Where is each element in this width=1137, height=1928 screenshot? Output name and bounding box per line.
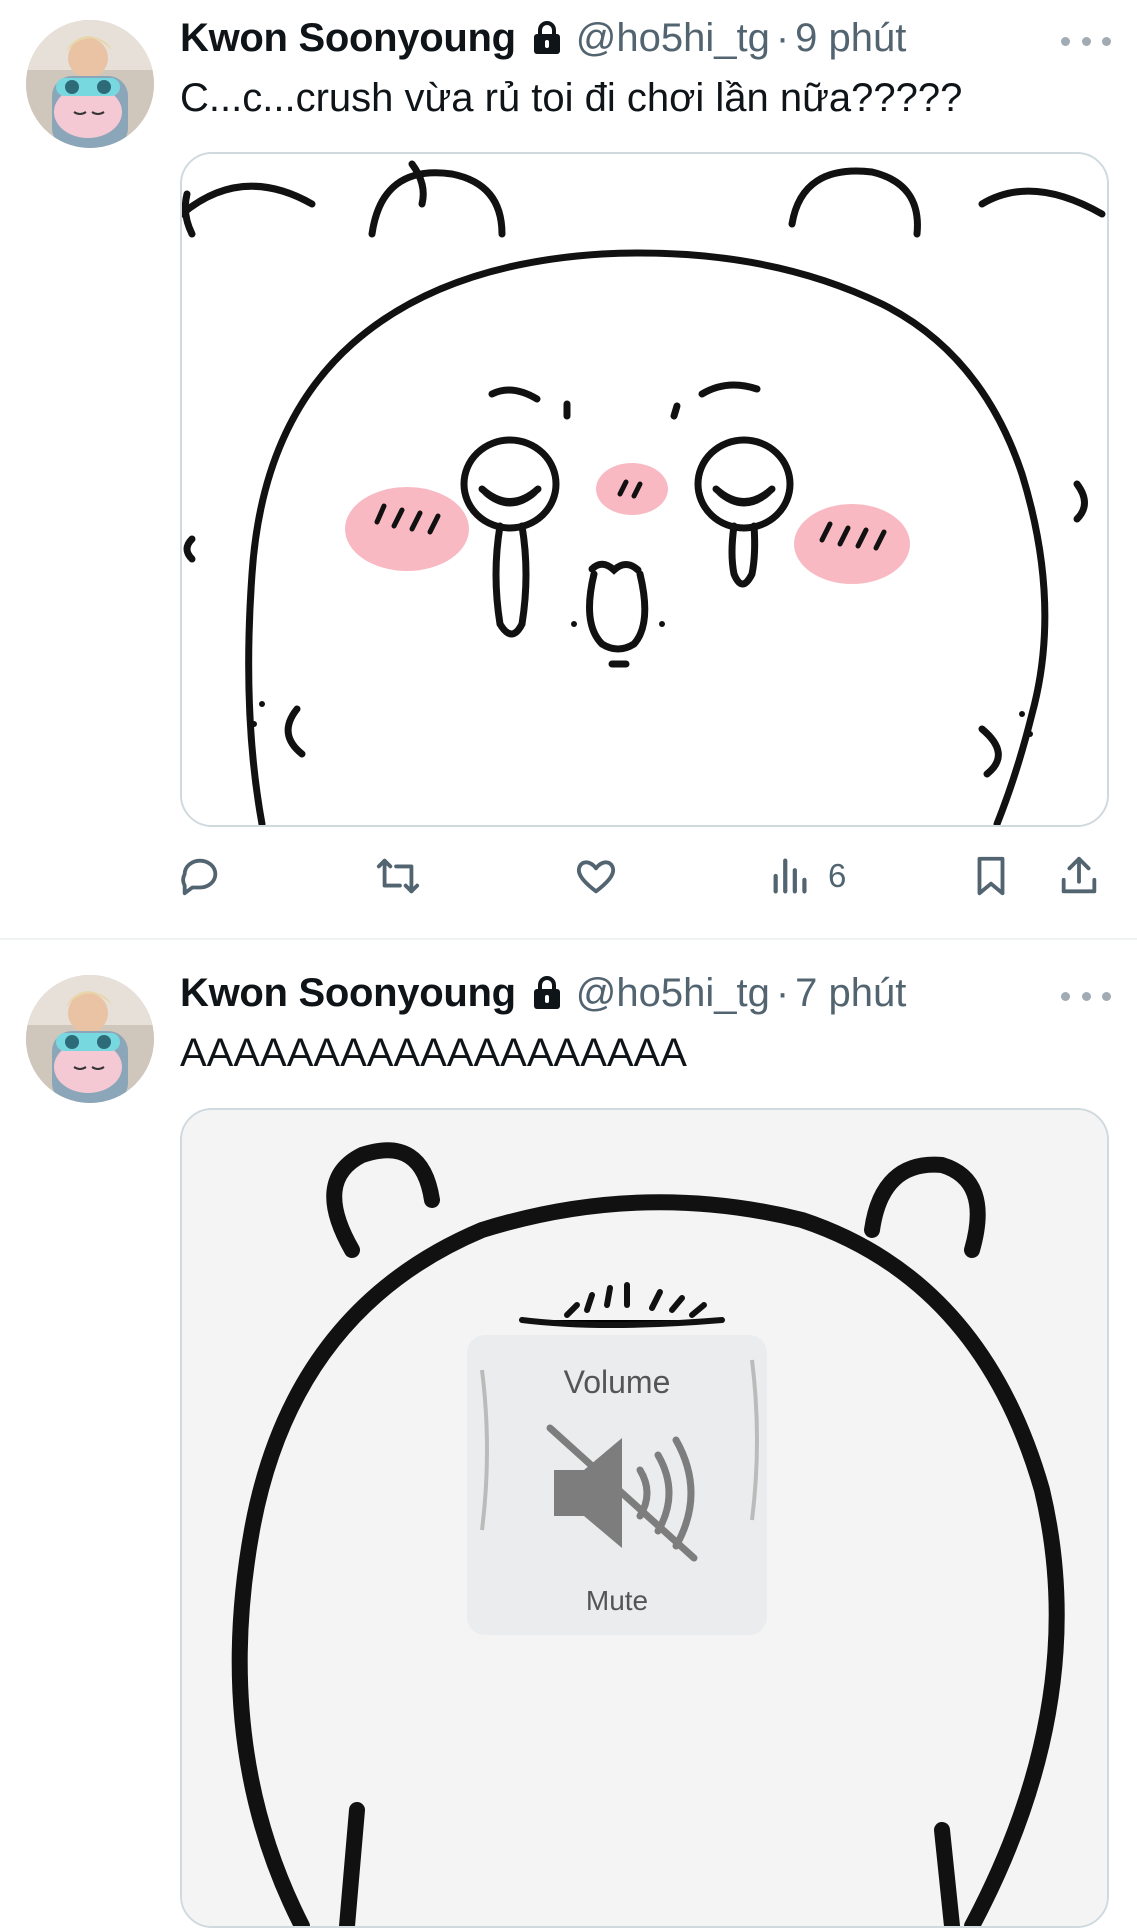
- bear-crying-image: [182, 154, 1107, 825]
- bookmark-button[interactable]: [968, 846, 1014, 906]
- views-count: 6: [828, 857, 847, 894]
- volume-label: Volume: [564, 1364, 671, 1400]
- avatar-image: [26, 20, 154, 148]
- retweet-button[interactable]: [375, 846, 421, 906]
- tweet[interactable]: Kwon Soonyoung @ho5hi_tg · 9 phút C...c.…: [0, 0, 1137, 940]
- bear-mute-image: Volume Mute: [182, 1110, 1107, 1926]
- tweet-media[interactable]: Volume Mute: [180, 1108, 1109, 1928]
- author-handle[interactable]: @ho5hi_tg: [576, 971, 770, 1016]
- tweet[interactable]: Kwon Soonyoung @ho5hi_tg · 7 phút AAAAAA…: [0, 940, 1137, 1928]
- views-icon: [773, 858, 807, 894]
- tweet-header: Kwon Soonyoung @ho5hi_tg · 7 phút: [180, 968, 906, 1018]
- action-bar: 6: [180, 846, 1109, 906]
- lock-icon: [533, 21, 560, 54]
- mute-label: Mute: [586, 1585, 648, 1616]
- avatar[interactable]: [26, 20, 154, 148]
- more-icon[interactable]: [1061, 981, 1111, 1011]
- reply-button[interactable]: [177, 846, 223, 906]
- bookmark-icon: [977, 856, 1005, 896]
- author-name[interactable]: Kwon Soonyoung: [180, 16, 516, 61]
- avatar-image: [26, 975, 154, 1103]
- timestamp[interactable]: 7 phút: [795, 971, 906, 1016]
- author-handle[interactable]: @ho5hi_tg: [576, 16, 770, 61]
- share-icon: [1061, 856, 1097, 894]
- lock-icon: [533, 976, 560, 1009]
- timestamp[interactable]: 9 phút: [795, 16, 906, 61]
- share-button[interactable]: [1056, 846, 1102, 906]
- separator: ·: [775, 15, 790, 60]
- tweet-media[interactable]: [180, 152, 1109, 827]
- tweet-text: C...c...crush vừa rủ toi đi chơi lần nữa…: [180, 76, 963, 120]
- more-icon[interactable]: [1061, 26, 1111, 56]
- views-button[interactable]: 6: [768, 846, 846, 906]
- tweet-header: Kwon Soonyoung @ho5hi_tg · 9 phút: [180, 13, 906, 63]
- heart-icon: [576, 860, 616, 894]
- like-button[interactable]: [573, 846, 619, 906]
- separator: ·: [775, 970, 790, 1015]
- retweet-icon: [376, 858, 420, 894]
- tweet-text: AAAAAAAAAAAAAAAAAAA: [180, 1031, 687, 1075]
- reply-icon: [181, 858, 218, 896]
- avatar[interactable]: [26, 975, 154, 1103]
- author-name[interactable]: Kwon Soonyoung: [180, 971, 516, 1016]
